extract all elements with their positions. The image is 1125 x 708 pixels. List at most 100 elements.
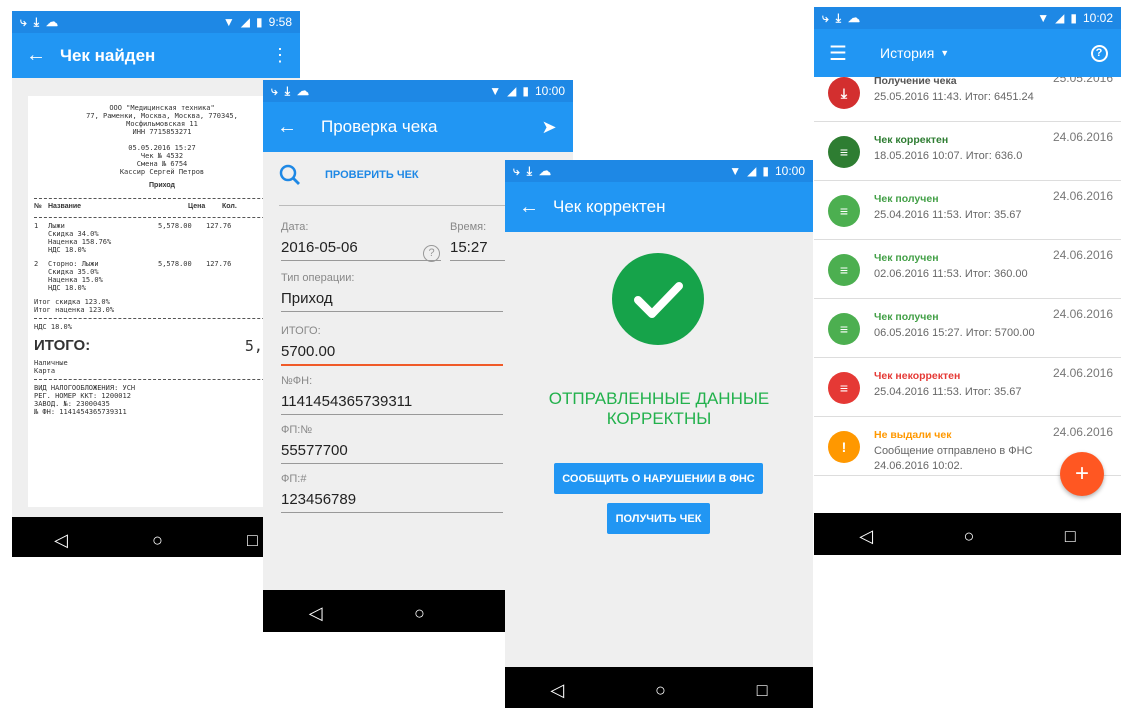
send-icon[interactable]: ➤ bbox=[525, 117, 573, 138]
total-input[interactable]: 5700.00 bbox=[281, 343, 503, 366]
col-qty: Кол. bbox=[222, 203, 237, 210]
sum-markup: Итог наценка 123.0% bbox=[34, 306, 115, 314]
item-price: 5,578.00 bbox=[158, 222, 192, 230]
back-arrow-icon[interactable]: ← bbox=[12, 44, 60, 67]
history-item[interactable]: ≡ Чек корректен 18.05.2016 10:07. Итог: 63… bbox=[814, 122, 1121, 181]
download-icon: ⤓ bbox=[284, 83, 291, 98]
history-item-details: Сообщение отправлено в ФНС 24.06.2016 10:… bbox=[874, 444, 1033, 474]
total-field[interactable]: ИТОГО: 5700.00 bbox=[281, 325, 503, 366]
download-receipt-icon: ⤓ bbox=[828, 77, 860, 109]
item-markup: Наценка 158.76% bbox=[48, 238, 112, 246]
back-nav-icon[interactable]: ◁ bbox=[309, 603, 323, 624]
help-icon[interactable]: ? bbox=[423, 245, 440, 262]
history-item[interactable]: ≡ Чек получен 06.05.2016 15:27. Итог: 5700… bbox=[814, 299, 1121, 358]
recents-nav-icon[interactable]: □ bbox=[247, 530, 258, 551]
home-nav-icon[interactable]: ○ bbox=[964, 526, 975, 547]
op-type-field[interactable]: Тип операции: Приход bbox=[281, 272, 503, 312]
history-item-title: Чек получен bbox=[874, 193, 939, 205]
item-price: 5,578.00 bbox=[158, 260, 192, 268]
wifi-icon: ▼ bbox=[489, 84, 502, 98]
history-item[interactable]: ≡ Чек получен 25.04.2016 11:53. Итог: 35.6… bbox=[814, 181, 1121, 240]
fn-field[interactable]: №ФН: 1141454365739311 bbox=[281, 375, 503, 415]
item-no: 2 bbox=[34, 260, 39, 268]
screen-title: Проверка чека bbox=[321, 117, 438, 136]
date-field[interactable]: Дата: 2016-05-06 bbox=[281, 221, 441, 261]
download-icon: ⤓ bbox=[33, 14, 40, 29]
history-item-line1: 25.05.2016 11:43. Итог: 6451.24 bbox=[874, 91, 1034, 103]
cloud-icon: ☁ bbox=[297, 83, 310, 98]
fn-number: № ФН: 1141454365739311 bbox=[34, 408, 127, 416]
add-fab-button[interactable]: + bbox=[1060, 452, 1104, 496]
app-bar: ☰ История ▼ ? bbox=[814, 29, 1121, 77]
battery-icon: ▮ bbox=[256, 15, 263, 29]
payment-card: Карта bbox=[34, 367, 56, 375]
home-nav-icon[interactable]: ○ bbox=[414, 603, 425, 624]
help-icon[interactable]: ? bbox=[1077, 44, 1121, 62]
history-item-date: 24.06.2016 bbox=[1052, 189, 1113, 203]
recents-nav-icon[interactable]: □ bbox=[1065, 526, 1076, 547]
fn-value[interactable]: 1141454365739311 bbox=[281, 393, 503, 415]
history-item-title: Не выдали чек bbox=[874, 429, 952, 441]
history-list: ⤓ Получение чека 25.05.2016 11:43. Итог: 6… bbox=[814, 77, 1121, 513]
total-label: ИТОГО: bbox=[281, 325, 321, 337]
tax-system: ВИД НАЛОГООБЛОЖЕНИЯ: УСН bbox=[34, 384, 136, 392]
home-nav-icon[interactable]: ○ bbox=[655, 680, 666, 701]
fp-field[interactable]: ФП:№ 55577700 bbox=[281, 424, 503, 464]
fp-label: ФП:№ bbox=[281, 424, 313, 436]
back-nav-icon[interactable]: ◁ bbox=[550, 680, 564, 701]
app-bar: ← Чек корректен bbox=[505, 182, 813, 232]
org-inn: ИНН 7715853271 bbox=[132, 128, 192, 136]
history-item-date: 24.06.2016 bbox=[1052, 307, 1113, 321]
item-name: Сторно: Лыжи bbox=[48, 260, 99, 268]
back-nav-icon[interactable]: ◁ bbox=[54, 530, 68, 551]
item-qty: 127.76 bbox=[206, 222, 232, 230]
history-item-line1: Сообщение отправлено в ФНС bbox=[874, 445, 1033, 457]
recents-nav-icon[interactable]: □ bbox=[757, 680, 768, 701]
history-item[interactable]: ⤓ Получение чека 25.05.2016 11:43. Итог: 6… bbox=[814, 77, 1121, 122]
receipt-number: Чек № 4532 bbox=[140, 152, 184, 160]
check-receipt-button[interactable]: ПРОВЕРИТЬ ЧЕК bbox=[279, 164, 419, 186]
get-receipt-button[interactable]: ПОЛУЧИТЬ ЧЕК bbox=[607, 503, 710, 534]
success-message-line2: КОРРЕКТНЫ bbox=[606, 409, 712, 428]
col-price: Цена bbox=[188, 203, 206, 210]
menu-icon[interactable]: ☰ bbox=[814, 41, 862, 66]
battery-icon: ▮ bbox=[762, 164, 769, 178]
fp-value[interactable]: 55577700 bbox=[281, 442, 503, 464]
fd-value[interactable]: 123456789 bbox=[281, 491, 503, 513]
date-value[interactable]: 2016-05-06 bbox=[281, 239, 441, 261]
signal-icon: ◢ bbox=[240, 15, 251, 29]
more-menu-icon[interactable]: ⋮ bbox=[260, 45, 300, 66]
nav-bar: ◁ ○ □ bbox=[12, 517, 300, 557]
receipt-datetime: 05.05.2016 15:27 bbox=[128, 144, 196, 152]
nav-bar: ◁ ○ □ bbox=[814, 513, 1121, 555]
dropdown-arrow-icon: ▼ bbox=[940, 48, 950, 58]
payment-cash: Наличные bbox=[34, 359, 68, 367]
item-vat: НДС 18.0% bbox=[48, 284, 86, 292]
op-type-value[interactable]: Приход bbox=[281, 290, 503, 312]
time-value[interactable]: 15:27 bbox=[450, 239, 510, 261]
wifi-icon: ▼ bbox=[222, 15, 235, 29]
share-icon: ⤷ bbox=[513, 163, 520, 178]
time-field[interactable]: Время: 15:27 bbox=[450, 221, 510, 261]
history-item-line1: 25.04.2016 11:53. Итог: 35.67 bbox=[874, 209, 1022, 221]
report-violation-button[interactable]: СООБЩИТЬ О НАРУШЕНИИ В ФНС bbox=[554, 463, 763, 494]
time-label: Время: bbox=[450, 221, 487, 233]
history-item-date: 24.06.2016 bbox=[1052, 366, 1113, 380]
screen-title: Чек найден bbox=[60, 45, 156, 65]
history-item[interactable]: ≡ Чек некорректен 25.04.2016 11:53. Итог: … bbox=[814, 358, 1121, 417]
receipt-found-screen: ⤷ ⤓ ☁ ▼ ◢ ▮ 9:58 ← Чек найден ⋮ ООО "Мед… bbox=[12, 11, 300, 557]
home-nav-icon[interactable]: ○ bbox=[152, 530, 163, 551]
history-item-title: Чек получен bbox=[874, 252, 939, 264]
back-arrow-icon[interactable]: ← bbox=[505, 196, 553, 219]
receipt-item: 2 Сторно: Лыжи 5,578.00 127.76 bbox=[34, 260, 290, 268]
item-discount: Скидка 34.0% bbox=[48, 230, 99, 238]
total-label: ИТОГО: bbox=[34, 337, 91, 354]
signal-icon: ◢ bbox=[1055, 11, 1065, 25]
col-no: № bbox=[34, 203, 42, 210]
back-nav-icon[interactable]: ◁ bbox=[859, 526, 873, 547]
history-item[interactable]: ≡ Чек получен 02.06.2016 11:53. Итог: 360.… bbox=[814, 240, 1121, 299]
fd-field[interactable]: ФП:# 123456789 bbox=[281, 473, 503, 513]
search-icon bbox=[279, 164, 300, 185]
history-dropdown[interactable]: История ▼ bbox=[880, 45, 949, 61]
back-arrow-icon[interactable]: ← bbox=[263, 116, 311, 139]
